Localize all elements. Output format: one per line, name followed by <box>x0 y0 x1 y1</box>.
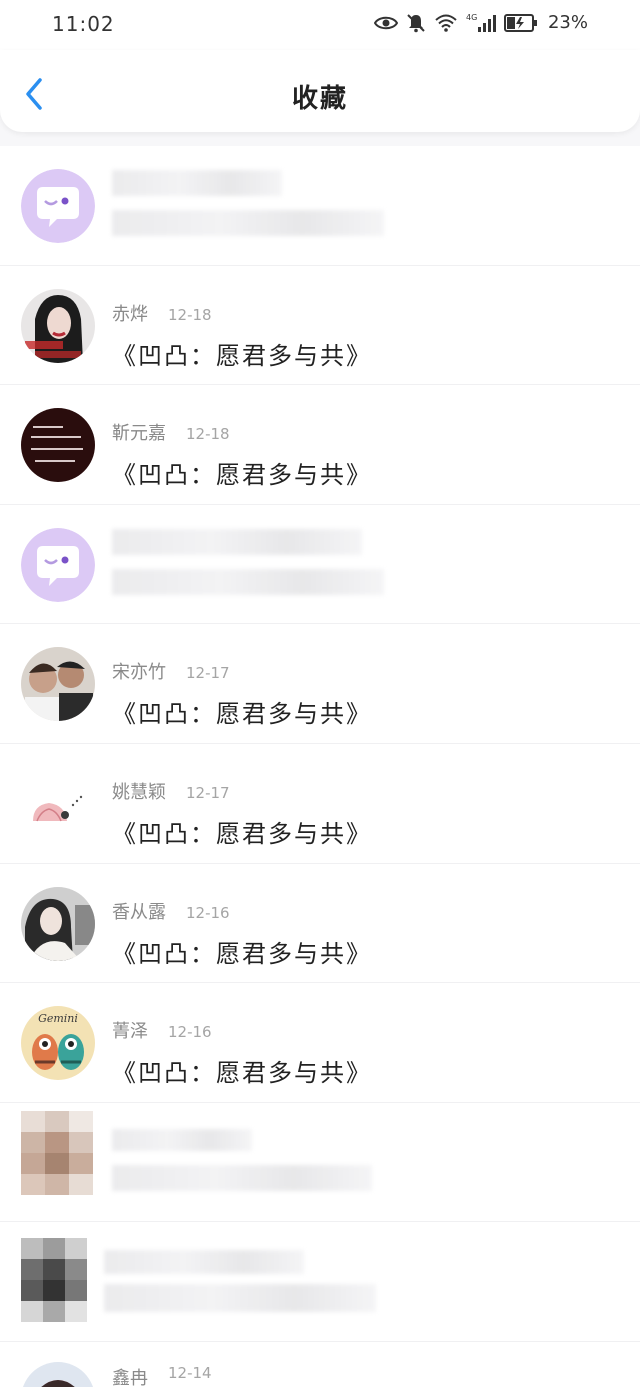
item-title: 《凹凸：愿君多与共》 <box>112 819 372 848</box>
list-item[interactable]: 赤烨 12-18 《凹凸：愿君多与共》 <box>0 266 640 386</box>
sender-name: 赤烨 <box>112 303 148 325</box>
obscured-title <box>112 1164 372 1191</box>
obscured-name <box>112 1128 252 1151</box>
avatar <box>21 169 95 243</box>
sender-name: 靳元嘉 <box>112 423 166 445</box>
sender-name: 姚慧颖 <box>112 781 166 803</box>
sender-date: 12-17 <box>186 664 230 683</box>
item-title: 《凹凸：愿君多与共》 <box>112 939 372 968</box>
sender-name: 鑫冉 <box>112 1367 148 1387</box>
sender-line: 宋亦竹 12-17 <box>112 658 230 684</box>
sender-date: 12-18 <box>168 305 212 324</box>
item-title: 《凹凸：愿君多与共》 <box>112 341 372 370</box>
sender-date: 12-17 <box>186 783 230 802</box>
sender-line: 香从露 12-16 <box>112 898 230 924</box>
avatar <box>21 408 95 483</box>
item-title: 《凹凸：愿君多与共》 <box>112 700 372 729</box>
obscured-avatar <box>21 1238 87 1323</box>
avatar: Gemini <box>21 1006 95 1081</box>
avatar <box>21 288 95 363</box>
status-icons: 4G 23% <box>373 12 588 33</box>
favorites-screen: 11:02 4G 23% 收藏 赤烨 12-18 《凹凸：愿君多与共》 靳元嘉 … <box>0 0 640 1387</box>
battery-percent: 23% <box>547 12 588 33</box>
list-item[interactable] <box>0 505 640 625</box>
obscured-avatar <box>21 1110 93 1195</box>
avatar <box>21 1361 95 1387</box>
wifi-icon <box>434 13 458 33</box>
avatar <box>21 766 95 841</box>
list-item[interactable] <box>0 1103 640 1223</box>
obscured-title <box>104 1284 376 1313</box>
sender-date: 12-18 <box>186 425 230 444</box>
list-item[interactable]: 宋亦竹 12-17 《凹凸：愿君多与共》 <box>0 624 640 744</box>
sender-line: 姚慧颖 12-17 <box>112 778 230 804</box>
obscured-name <box>104 1250 304 1275</box>
obscured-name <box>112 528 362 555</box>
avatar <box>21 886 95 961</box>
list-item[interactable]: 姚慧颖 12-17 《凹凸：愿君多与共》 <box>0 744 640 864</box>
svg-text:4G: 4G <box>466 13 477 22</box>
sender-line: 菁泽 12-16 <box>112 1017 212 1043</box>
obscured-title <box>112 568 384 595</box>
bell-mute-icon <box>406 13 426 33</box>
avatar <box>21 527 95 602</box>
eye-icon <box>373 14 398 32</box>
status-bar: 11:02 4G 23% <box>0 0 640 50</box>
list-item[interactable]: 香从露 12-16 《凹凸：愿君多与共》 <box>0 864 640 984</box>
sender-date: 12-16 <box>168 1023 212 1042</box>
sender-name: 宋亦竹 <box>112 662 166 684</box>
list-item[interactable]: Gemini 菁泽 12-16 《凹凸：愿君多与共》 <box>0 983 640 1103</box>
item-title: 《凹凸：愿君多与共》 <box>112 461 372 490</box>
list-item[interactable] <box>0 1222 640 1342</box>
status-time: 11:02 <box>52 12 115 36</box>
sender-line: 赤烨 12-18 <box>112 300 212 326</box>
signal-icon: 4G <box>466 13 496 33</box>
sender-name: 菁泽 <box>112 1021 148 1043</box>
list-item[interactable] <box>0 146 640 266</box>
favorites-list: 赤烨 12-18 《凹凸：愿君多与共》 靳元嘉 12-18 《凹凸：愿君多与共》 <box>0 146 640 1387</box>
sender-line: 靳元嘉 12-18 <box>112 419 230 445</box>
header-bar: 收藏 <box>0 50 640 132</box>
list-item[interactable]: 靳元嘉 12-18 《凹凸：愿君多与共》 <box>0 385 640 505</box>
sender-date: 12-14 <box>168 1363 212 1382</box>
gemini-avatar-label: Gemini <box>38 1012 78 1025</box>
item-title: 《凹凸：愿君多与共》 <box>112 1059 372 1088</box>
list-item[interactable]: 鑫冉 12-14 <box>0 1342 640 1387</box>
sender-name: 香从露 <box>112 901 166 923</box>
chat-bubble-icon <box>21 169 95 243</box>
sender-line: 鑫冉 12-14 <box>112 1364 212 1387</box>
obscured-name <box>112 170 282 196</box>
obscured-title <box>112 210 384 236</box>
chat-bubble-icon <box>21 527 95 602</box>
page-title: 收藏 <box>291 84 348 114</box>
sender-date: 12-16 <box>186 903 230 922</box>
avatar <box>21 647 95 722</box>
battery-icon <box>503 13 538 32</box>
